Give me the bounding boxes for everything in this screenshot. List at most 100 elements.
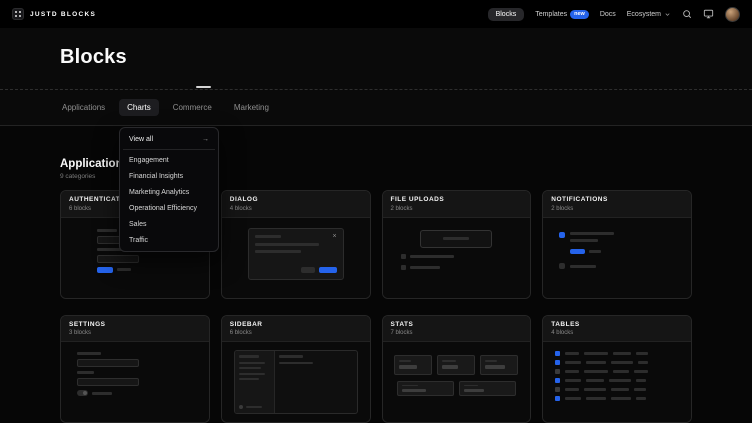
skeleton-main-panel	[275, 351, 357, 413]
skeleton-bar	[611, 361, 633, 364]
category-card-sidebar[interactable]: SIDEBAR 6 blocks	[221, 315, 371, 423]
skeleton-avatar-dot	[239, 405, 243, 409]
category-card-dialog[interactable]: DIALOG 4 blocks ×	[221, 190, 371, 299]
skeleton-bar	[586, 361, 606, 364]
skeleton-bar	[402, 385, 418, 386]
skeleton-file-icon	[401, 265, 406, 270]
category-card-tables[interactable]: TABLES 4 blocks	[542, 315, 692, 423]
skeleton-input	[77, 359, 139, 367]
skeleton-stat-box	[397, 381, 454, 396]
skeleton-value-bar	[399, 365, 417, 369]
skeleton-bar	[636, 397, 646, 400]
skeleton-stat-box	[394, 355, 432, 375]
skeleton-table-row	[555, 369, 679, 374]
nav-item-templates-label: Templates	[535, 11, 567, 18]
skeleton-bar	[279, 355, 303, 358]
skeleton-notification	[559, 232, 675, 242]
skeleton-dialog-footer	[255, 267, 337, 273]
charts-dropdown-menu: View all → Engagement Financial Insights…	[119, 127, 219, 252]
card-title: DIALOG	[230, 196, 362, 203]
nav-item-docs[interactable]: Docs	[600, 11, 616, 18]
skeleton-checkbox	[555, 396, 560, 401]
category-card-notifications[interactable]: NOTIFICATIONS 2 blocks	[542, 190, 692, 299]
skeleton-button-primary	[97, 267, 113, 273]
tab-charts[interactable]: Charts	[119, 99, 159, 116]
tab-commerce[interactable]: Commerce	[165, 99, 220, 116]
close-icon: ×	[333, 235, 337, 239]
skeleton-bar	[586, 379, 604, 382]
tab-indicator	[196, 86, 211, 88]
skeleton-bar	[255, 235, 281, 238]
skeleton-stat-row	[394, 355, 518, 375]
skeleton-bar	[584, 388, 606, 391]
card-preview-file-uploads	[383, 218, 531, 298]
card-header: DIALOG 4 blocks	[222, 191, 370, 218]
card-title: STATS	[391, 321, 523, 328]
skeleton-bar	[570, 239, 598, 242]
skeleton-bar	[584, 352, 608, 355]
card-preview-stats	[383, 342, 531, 422]
skeleton-notification	[559, 263, 675, 269]
skeleton-dot	[559, 263, 565, 269]
logo-icon[interactable]	[12, 8, 24, 20]
nav-item-blocks[interactable]: Blocks	[488, 8, 525, 21]
category-card-file-uploads[interactable]: FILE UPLOADS 2 blocks	[382, 190, 532, 299]
skeleton-toggle	[77, 390, 88, 396]
theme-button[interactable]	[703, 9, 714, 19]
card-header: TABLES 4 blocks	[543, 316, 691, 343]
skeleton-bar	[443, 237, 469, 240]
card-count: 2 blocks	[391, 206, 523, 212]
skeleton-bar	[611, 397, 631, 400]
tab-applications[interactable]: Applications	[54, 99, 113, 116]
category-card-settings[interactable]: SETTINGS 3 blocks	[60, 315, 210, 423]
top-navbar: JUSTD BLOCKS Blocks Templates new Docs E…	[0, 0, 752, 28]
search-icon	[682, 9, 692, 19]
menu-item-marketing-analytics[interactable]: Marketing Analytics	[123, 184, 215, 200]
menu-item-view-all[interactable]: View all →	[123, 131, 215, 147]
skeleton-sidebar-panel	[235, 351, 275, 413]
menu-item-financial-insights[interactable]: Financial Insights	[123, 168, 215, 184]
skeleton-bar	[565, 379, 581, 382]
menu-item-traffic[interactable]: Traffic	[123, 232, 215, 248]
skeleton-bar	[634, 370, 648, 373]
skeleton-dialog: ×	[248, 228, 344, 280]
tab-marketing[interactable]: Marketing	[226, 99, 277, 116]
search-button[interactable]	[682, 9, 692, 19]
skeleton-bar	[589, 250, 601, 253]
nav-item-templates[interactable]: Templates new	[535, 10, 589, 19]
menu-item-operational-efficiency[interactable]: Operational Efficiency	[123, 200, 215, 216]
menu-item-sales[interactable]: Sales	[123, 216, 215, 232]
hero-section: Blocks	[0, 28, 752, 90]
menu-item-engagement[interactable]: Engagement	[123, 152, 215, 168]
skeleton-stat-box	[459, 381, 516, 396]
skeleton-button-primary	[570, 249, 585, 254]
nav-item-ecosystem[interactable]: Ecosystem	[627, 11, 671, 18]
skeleton-bar	[570, 265, 596, 268]
category-card-stats[interactable]: STATS 7 blocks	[382, 315, 532, 423]
card-header: STATS 7 blocks	[383, 316, 531, 343]
card-title: FILE UPLOADS	[391, 196, 523, 203]
avatar[interactable]	[725, 7, 740, 22]
skeleton-bar	[410, 255, 454, 258]
skeleton-stat-row	[397, 381, 516, 396]
card-title: NOTIFICATIONS	[551, 196, 683, 203]
page-title: Blocks	[60, 46, 692, 69]
brand-name[interactable]: JUSTD BLOCKS	[30, 11, 96, 18]
card-header: NOTIFICATIONS 2 blocks	[543, 191, 691, 218]
skeleton-column	[570, 232, 614, 242]
skeleton-row	[77, 390, 193, 396]
skeleton-bar	[638, 361, 648, 364]
skeleton-dropzone	[420, 230, 492, 248]
skeleton-bar	[613, 352, 631, 355]
skeleton-bar	[442, 360, 456, 362]
skeleton-bar	[565, 388, 579, 391]
card-preview-sidebar	[222, 342, 370, 422]
main-content: Applications 9 categories AUTHENTICATION…	[0, 126, 752, 423]
skeleton-stat-box	[437, 355, 475, 375]
new-badge: new	[570, 10, 589, 19]
skeleton-bar	[92, 392, 112, 395]
chevron-down-icon	[664, 11, 671, 18]
skeleton-checkbox	[555, 351, 560, 356]
skeleton-bar	[613, 370, 629, 373]
card-count: 2 blocks	[551, 206, 683, 212]
